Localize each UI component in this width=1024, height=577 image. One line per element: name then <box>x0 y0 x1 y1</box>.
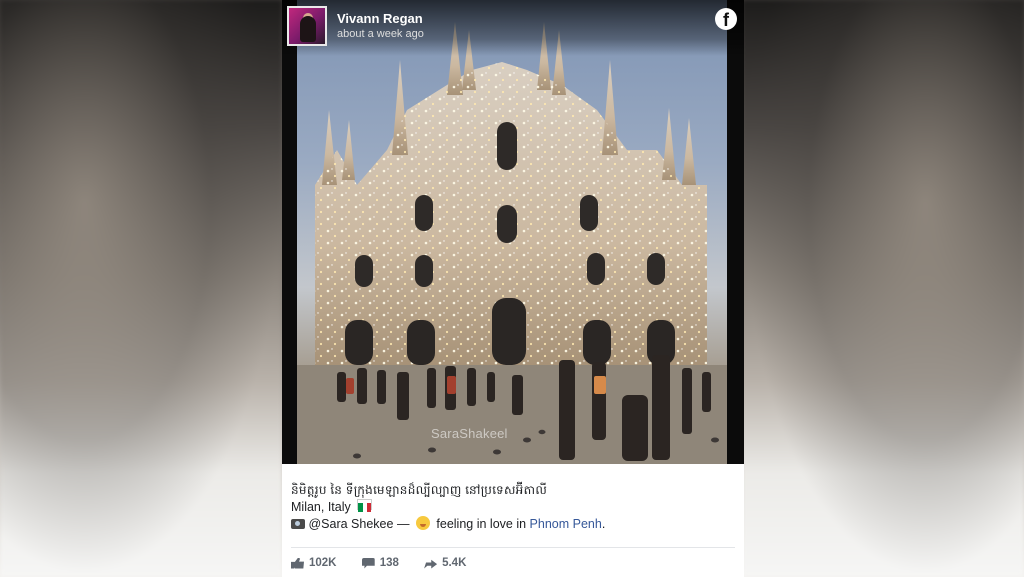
comments-stat[interactable]: 138 <box>361 557 399 569</box>
post-caption: និមិត្តរូប នៃ ទីក្រុងមេឡានដ៏ល្បីល្បាញ នៅ… <box>291 482 731 533</box>
likes-stat[interactable]: 102K <box>291 557 337 569</box>
post-photo-frame: SaraShakeel Vivann Regan about a week ag… <box>282 0 744 464</box>
comment-bubble-icon <box>361 557 375 569</box>
facebook-post-card: SaraShakeel Vivann Regan about a week ag… <box>282 0 744 577</box>
author-name[interactable]: Vivann Regan <box>337 11 423 26</box>
post-header: Vivann Regan about a week ago f <box>282 0 744 56</box>
photo-watermark: SaraShakeel <box>431 426 508 441</box>
cathedral-illustration <box>297 22 727 464</box>
likes-count: 102K <box>309 557 337 569</box>
feeling-text: feeling in love in <box>436 517 527 531</box>
author-avatar[interactable] <box>287 6 327 46</box>
avatar-figure <box>300 16 316 42</box>
shares-count: 5.4K <box>442 557 467 569</box>
location-text: Milan, Italy <box>291 500 351 514</box>
shares-stat[interactable]: 5.4K <box>424 557 466 569</box>
caption-location-line: Milan, Italy <box>291 499 731 516</box>
feeling-place-link[interactable]: Phnom Penh <box>530 517 602 531</box>
camera-icon <box>291 519 305 529</box>
blurred-background-left <box>0 0 282 577</box>
caption-trailing-period: . <box>601 517 606 531</box>
post-timestamp[interactable]: about a week ago <box>337 28 424 40</box>
facebook-f-icon: f <box>715 8 737 30</box>
blurred-background-right <box>742 0 1024 577</box>
comments-count: 138 <box>379 557 399 569</box>
sparkling-cathedral-photo[interactable]: SaraShakeel <box>297 0 727 464</box>
caption-khmer-text: និមិត្តរូប នៃ ទីក្រុងមេឡានដ៏ល្បីល្បាញ នៅ… <box>291 483 548 497</box>
credit-mention[interactable]: @Sara Shekee <box>308 517 393 531</box>
share-arrow-icon <box>424 559 438 569</box>
credit-separator: — <box>396 517 410 531</box>
caption-credit-line: @Sara Shekee — feeling in love in Phnom … <box>291 516 731 533</box>
post-stats-bar: 102K 138 5.4K <box>291 557 488 572</box>
italy-flag-icon <box>357 499 373 512</box>
stats-divider <box>291 547 735 548</box>
thumbs-up-icon <box>291 557 304 569</box>
in-love-emoji-icon <box>415 516 430 530</box>
